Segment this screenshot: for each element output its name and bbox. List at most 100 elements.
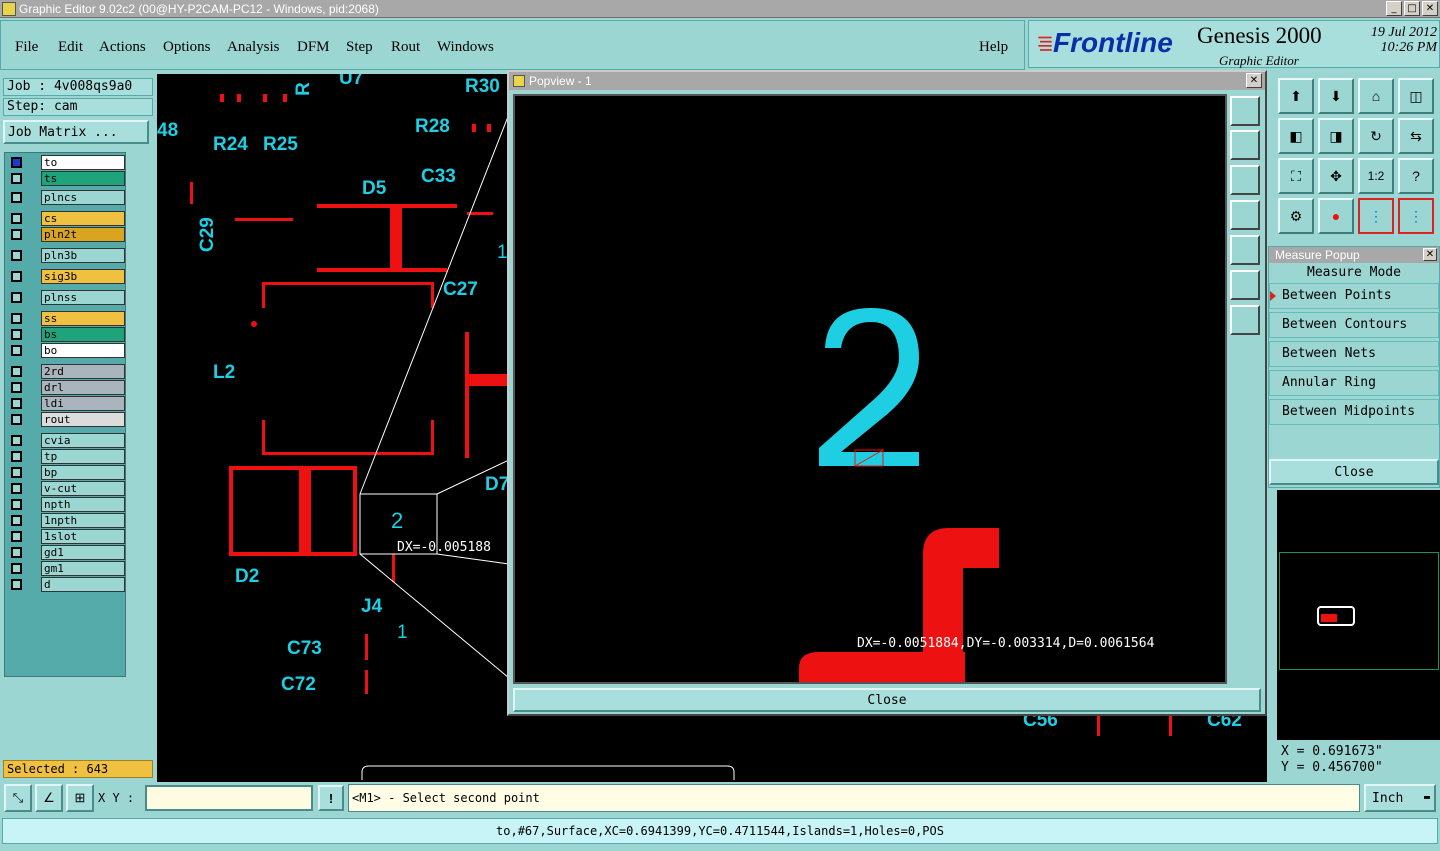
layer-row[interactable]: pln3b: [7, 248, 125, 263]
home-up-icon[interactable]: ⬆: [1278, 78, 1314, 114]
layer-row[interactable]: 1slot: [7, 529, 125, 544]
maximize-button[interactable]: □: [1404, 1, 1420, 16]
layer-row[interactable]: bo: [7, 343, 125, 358]
units-select[interactable]: Inch ▬: [1364, 784, 1436, 812]
layer-row[interactable]: ldi: [7, 396, 125, 411]
zoom-center-icon[interactable]: ✥: [1318, 158, 1354, 194]
snap-icon[interactable]: ⤡: [4, 784, 32, 812]
layer-row[interactable]: ss: [7, 311, 125, 326]
measure-close-button[interactable]: Close: [1269, 459, 1439, 485]
popview-zoom-in-icon[interactable]: [1230, 270, 1260, 300]
mode-between-points[interactable]: Between Points: [1269, 283, 1439, 309]
zoom-fit-icon[interactable]: ⛶: [1278, 158, 1314, 194]
menu-windows[interactable]: Windows: [437, 39, 494, 56]
layer-row[interactable]: npth: [7, 497, 125, 512]
layer-checkbox[interactable]: [11, 563, 22, 574]
mode-between-nets[interactable]: Between Nets: [1269, 341, 1439, 367]
layer-checkbox[interactable]: [11, 173, 22, 184]
layer-row[interactable]: d: [7, 577, 125, 592]
grid-icon[interactable]: ⊞: [66, 784, 94, 812]
minimize-button[interactable]: _: [1386, 1, 1402, 16]
layer-row[interactable]: 2rd: [7, 364, 125, 379]
layer-row[interactable]: cvia: [7, 433, 125, 448]
mode-between-midpoints[interactable]: Between Midpoints: [1269, 399, 1439, 425]
layer-row[interactable]: gd1: [7, 545, 125, 560]
net-highlight-icon[interactable]: ⋮: [1398, 198, 1434, 234]
layer-row[interactable]: pln2t: [7, 227, 125, 242]
split-window-icon[interactable]: ◫: [1398, 78, 1434, 114]
zoom-one-to-one-icon[interactable]: 1:2: [1358, 158, 1394, 194]
layer-row[interactable]: plncs: [7, 190, 125, 205]
home-icon[interactable]: ⌂: [1358, 78, 1394, 114]
popview-zoom-out-icon[interactable]: [1230, 305, 1260, 335]
popview-close-button[interactable]: Close: [513, 688, 1261, 712]
layer-checkbox[interactable]: [11, 515, 22, 526]
layer-checkbox[interactable]: [11, 229, 22, 240]
layer-checkbox[interactable]: [11, 414, 22, 425]
layer-row[interactable]: rout: [7, 412, 125, 427]
layer-checkbox[interactable]: [11, 547, 22, 558]
menu-step[interactable]: Step: [346, 39, 373, 56]
layer-row[interactable]: cs: [7, 211, 125, 226]
layer-checkbox[interactable]: [11, 579, 22, 590]
layer-checkbox[interactable]: [11, 435, 22, 446]
popview-zoom-fit-icon[interactable]: [1230, 96, 1260, 126]
layer-checkbox[interactable]: [11, 467, 22, 478]
xy-input[interactable]: [145, 785, 313, 811]
menu-actions[interactable]: Actions: [99, 39, 146, 56]
mode-annular-ring[interactable]: Annular Ring: [1269, 370, 1439, 396]
layer-checkbox[interactable]: [11, 192, 22, 203]
layer-row[interactable]: v-cut: [7, 481, 125, 496]
redraw-icon[interactable]: ↻: [1358, 118, 1394, 154]
menu-rout[interactable]: Rout: [391, 39, 420, 56]
popview-pan-down-icon[interactable]: [1230, 165, 1260, 195]
menu-options[interactable]: Options: [163, 39, 211, 56]
layer-checkbox[interactable]: [11, 345, 22, 356]
layer-checkbox[interactable]: [11, 451, 22, 462]
measure-icon[interactable]: ●: [1318, 198, 1354, 234]
layer-checkbox[interactable]: [11, 313, 22, 324]
pan-left-icon[interactable]: ◧: [1278, 118, 1314, 154]
layer-row[interactable]: ts: [7, 171, 125, 186]
layer-checkbox[interactable]: [11, 366, 22, 377]
layer-checkbox[interactable]: [11, 271, 22, 282]
layer-checkbox[interactable]: [11, 483, 22, 494]
alert-icon[interactable]: !: [318, 785, 344, 811]
layer-checkbox[interactable]: [11, 213, 22, 224]
layer-row[interactable]: to: [7, 155, 125, 170]
net-select-icon[interactable]: ⋮: [1358, 198, 1394, 234]
popview-pan-left-icon[interactable]: [1230, 200, 1260, 230]
home-down-icon[interactable]: ⬇: [1318, 78, 1354, 114]
menu-help[interactable]: Help: [979, 39, 1008, 56]
layer-row[interactable]: tp: [7, 449, 125, 464]
ruler-icon[interactable]: ⚙: [1278, 198, 1314, 234]
menu-edit[interactable]: Edit: [58, 39, 83, 56]
layer-checkbox[interactable]: [11, 250, 22, 261]
pan-right-icon[interactable]: ◨: [1318, 118, 1354, 154]
popview-canvas[interactable]: DX=-0.0051884,DY=-0.003314,D=0.0061564: [513, 94, 1227, 684]
layer-checkbox[interactable]: [11, 531, 22, 542]
close-window-button[interactable]: ✕: [1422, 1, 1438, 16]
layer-checkbox[interactable]: [11, 157, 22, 168]
layer-checkbox[interactable]: [11, 382, 22, 393]
layer-row[interactable]: bp: [7, 465, 125, 480]
measure-popup-close-icon[interactable]: ✕: [1423, 248, 1437, 261]
layer-checkbox[interactable]: [11, 398, 22, 409]
layer-row[interactable]: drl: [7, 380, 125, 395]
layer-row[interactable]: bs: [7, 327, 125, 342]
mode-between-contours[interactable]: Between Contours: [1269, 312, 1439, 338]
help-icon[interactable]: ?: [1398, 158, 1434, 194]
menu-analysis[interactable]: Analysis: [227, 39, 280, 56]
menu-dfm[interactable]: DFM: [297, 39, 330, 56]
layer-row[interactable]: 1npth: [7, 513, 125, 528]
layer-checkbox[interactable]: [11, 329, 22, 340]
layer-checkbox[interactable]: [11, 292, 22, 303]
layer-row[interactable]: plnss: [7, 290, 125, 305]
popview-pan-right-icon[interactable]: [1230, 235, 1260, 265]
popview-pan-up-icon[interactable]: [1230, 130, 1260, 160]
layer-row[interactable]: gm1: [7, 561, 125, 576]
overview-map[interactable]: X = 0.691673" Y = 0.456700": [1277, 490, 1440, 780]
layer-checkbox[interactable]: [11, 499, 22, 510]
layer-row[interactable]: sig3b: [7, 269, 125, 284]
job-matrix-button[interactable]: Job Matrix ...: [3, 120, 149, 144]
